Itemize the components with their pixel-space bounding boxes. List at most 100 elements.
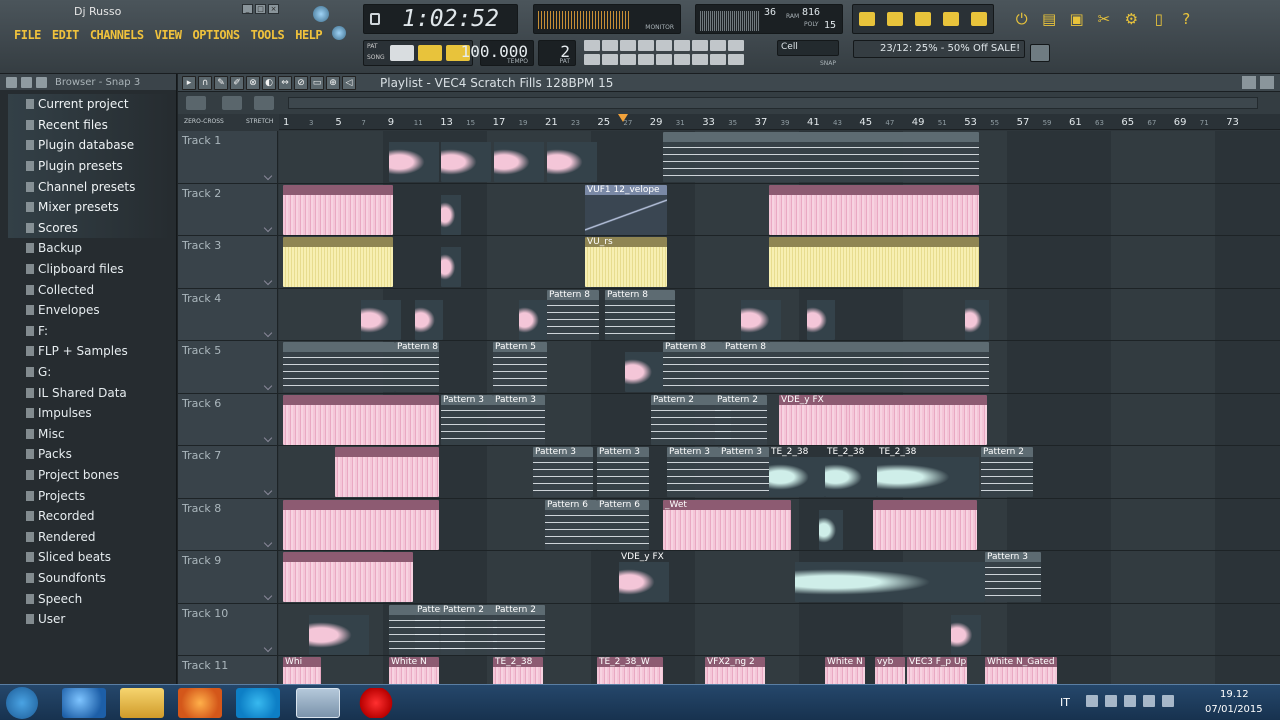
- minimize-button[interactable]: _: [242, 4, 253, 14]
- slip-tool-icon[interactable]: ⇔: [278, 76, 292, 90]
- playlist-clip[interactable]: [819, 500, 843, 550]
- document-icon[interactable]: ▯: [1151, 12, 1167, 27]
- zoom-tool-icon[interactable]: ⊕: [326, 76, 340, 90]
- browser-item[interactable]: Sliced beats: [8, 547, 172, 568]
- cut-icon[interactable]: ✂: [1096, 12, 1112, 27]
- browser-item[interactable]: G:: [8, 362, 172, 383]
- tempo-display[interactable]: 100.000 TEMPO: [461, 40, 534, 66]
- pattern-song-switch[interactable]: PAT SONG: [363, 40, 473, 66]
- link-icon[interactable]: [728, 40, 744, 51]
- track-lane[interactable]: VU_rs: [279, 236, 1280, 288]
- playlist-clip[interactable]: [769, 237, 979, 287]
- metronome-icon[interactable]: [584, 40, 600, 51]
- playlist-clip[interactable]: Pattern 6: [597, 499, 649, 550]
- media-player-icon[interactable]: [178, 688, 222, 718]
- track-header[interactable]: Track 9: [178, 551, 278, 603]
- horizontal-scrollbar[interactable]: [288, 97, 1258, 109]
- playlist-clip[interactable]: Pattern 8: [547, 289, 599, 340]
- timeline-ruler[interactable]: 1 5 9 13 17 21 25 29 33 37 41 45 49 53 57 61 65 69 73 3 7 11 1…: [279, 114, 1280, 130]
- stretch-toggle[interactable]: STRETCH: [246, 118, 273, 125]
- skype-icon[interactable]: [236, 688, 280, 718]
- fl-studio-taskbar-icon[interactable]: [296, 688, 340, 718]
- playlist-clip[interactable]: [283, 394, 439, 445]
- browser-item[interactable]: Recent files: [8, 114, 172, 136]
- playlist-close-button[interactable]: [1260, 76, 1274, 89]
- playlist-clip[interactable]: Pattern 2: [493, 604, 545, 655]
- browser-item[interactable]: Projects: [8, 485, 172, 506]
- tray-time[interactable]: 19.12: [1220, 689, 1249, 700]
- render-icon[interactable]: ▣: [1069, 12, 1085, 27]
- undo-icon[interactable]: [584, 54, 600, 65]
- playlist-clip[interactable]: [283, 499, 439, 550]
- playlist-clip[interactable]: [441, 185, 461, 235]
- select-tool-icon[interactable]: ▭: [310, 76, 324, 90]
- playlist-clip[interactable]: [519, 290, 547, 340]
- playlist-clip[interactable]: Pattern 2: [715, 394, 767, 445]
- track-lane[interactable]: VUF1 12_velope: [279, 183, 1280, 235]
- loop-record-icon[interactable]: [674, 40, 690, 51]
- browser-shortcut-icon[interactable]: [943, 12, 959, 26]
- settings-icon[interactable]: ⚙: [1123, 12, 1139, 27]
- playlist-clip[interactable]: [547, 132, 597, 182]
- display-icon[interactable]: [1124, 695, 1136, 707]
- blend-icon[interactable]: [620, 40, 636, 51]
- playlist-clip[interactable]: [807, 290, 835, 340]
- playlist-clip[interactable]: Pattern 3: [533, 447, 593, 497]
- show-hidden-icon[interactable]: [1086, 695, 1098, 707]
- chevron-down-icon[interactable]: [263, 223, 273, 233]
- pencil-icon[interactable]: [620, 54, 636, 65]
- playlist-shortcut-icon[interactable]: [859, 12, 875, 26]
- master-volume-knob[interactable]: [313, 6, 329, 22]
- playlist-clip[interactable]: Pattern 2: [441, 604, 497, 655]
- browser-item[interactable]: Channel presets: [8, 176, 172, 197]
- playlist-clip[interactable]: TE_2_38: [769, 447, 825, 497]
- menu-edit[interactable]: EDIT: [52, 28, 79, 42]
- track-header[interactable]: Track 1: [178, 131, 278, 183]
- track-lane[interactable]: Pattern 3 Pattern 3 Pattern 3 Pattern 3 TE_2…: [279, 446, 1280, 498]
- playlist-clip[interactable]: [283, 342, 395, 392]
- volume-icon[interactable]: [1162, 695, 1174, 707]
- step-edit-icon[interactable]: [656, 40, 672, 51]
- chevron-down-icon[interactable]: [263, 328, 273, 338]
- flag-icon[interactable]: [1105, 695, 1117, 707]
- chevron-down-icon[interactable]: [263, 276, 273, 285]
- browser-item[interactable]: Plugin presets: [8, 155, 172, 177]
- browser-item[interactable]: FLP + Samples: [8, 341, 172, 362]
- browser-item[interactable]: Project bones: [8, 465, 172, 486]
- delete-tool-icon[interactable]: ⊗: [246, 76, 260, 90]
- playlist-clip[interactable]: _Wet: [663, 499, 791, 550]
- piano-roll-shortcut-icon[interactable]: [915, 12, 931, 26]
- track-lane[interactable]: [279, 131, 1280, 183]
- playlist-clip[interactable]: [873, 499, 977, 550]
- playlist-clip[interactable]: [389, 132, 439, 182]
- track-lane[interactable]: Pattern 2 Pattern 2 Pattern 2: [279, 603, 1280, 655]
- playlist-clip[interactable]: VDE_y FX: [779, 394, 851, 445]
- zoom-icon[interactable]: [692, 54, 708, 65]
- playlist-clip[interactable]: [283, 237, 393, 287]
- chevron-down-icon[interactable]: [263, 433, 273, 443]
- typing-keyboard-icon[interactable]: [638, 40, 654, 51]
- save-icon[interactable]: ▤: [1041, 12, 1057, 27]
- track-header[interactable]: Track 4: [178, 288, 278, 340]
- close-button[interactable]: ×: [268, 4, 279, 14]
- track-header[interactable]: Track 3: [178, 236, 278, 288]
- chevron-down-icon[interactable]: [263, 171, 273, 180]
- playlist-clip[interactable]: [795, 552, 985, 602]
- browser-item[interactable]: Collected: [8, 279, 172, 300]
- menu-channels[interactable]: CHANNELS: [90, 28, 144, 42]
- playback-tool-icon[interactable]: ◁: [342, 76, 356, 90]
- menu-options[interactable]: OPTIONS: [193, 28, 241, 42]
- select-icon[interactable]: [674, 54, 690, 65]
- step-seq-shortcut-icon[interactable]: [887, 12, 903, 26]
- playlist-clip[interactable]: [494, 132, 544, 182]
- news-ticker[interactable]: 23/12: 25% - 50% Off SALE!: [853, 40, 1025, 58]
- playlist-clip[interactable]: VDE_y FX: [619, 552, 669, 602]
- browser-item[interactable]: IL Shared Data: [8, 382, 172, 403]
- browser-item[interactable]: Rendered: [8, 526, 172, 547]
- browser-item[interactable]: Backup: [8, 238, 172, 259]
- track-lane[interactable]: Pattern 8 Pattern 8: [279, 288, 1280, 340]
- browser-item[interactable]: User: [8, 609, 172, 630]
- midi-icon[interactable]: [692, 40, 708, 51]
- track-lane[interactable]: Pattern 6 Pattern 6 _Wet: [279, 498, 1280, 550]
- browser-item[interactable]: Clipboard files: [8, 259, 172, 280]
